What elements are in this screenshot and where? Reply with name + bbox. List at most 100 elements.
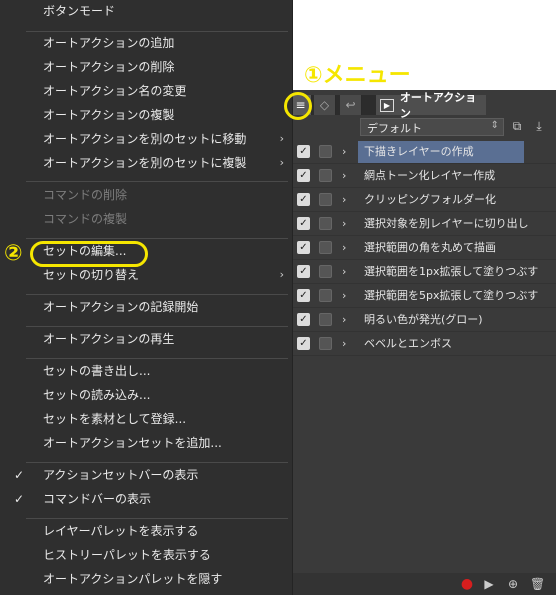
dialog-toggle-checkbox[interactable] xyxy=(319,145,332,158)
dialog-toggle-checkbox[interactable] xyxy=(319,193,332,206)
import-icon[interactable]: ⤓ xyxy=(532,119,546,133)
expand-chevron-icon[interactable]: › xyxy=(342,289,352,302)
menu-separator xyxy=(26,294,288,295)
menu-item-label: セットを素材として登録... xyxy=(43,412,187,426)
menu-item[interactable]: オートアクションセットを追加... xyxy=(0,432,292,454)
menu-item-label: ボタンモード xyxy=(43,4,116,18)
enable-checkbox[interactable]: ✓ xyxy=(297,145,310,158)
menu-item-label: オートアクションの削除 xyxy=(43,60,175,74)
action-name: 選択範囲の角を丸めて描画 xyxy=(364,240,496,254)
menu-item-label: セットの切り替え xyxy=(43,268,140,282)
tab-auto-action[interactable]: ▶ オートアクション xyxy=(376,91,486,120)
menu-separator xyxy=(26,462,288,463)
enable-checkbox[interactable]: ✓ xyxy=(297,169,310,182)
menu-item[interactable]: オートアクション名の変更 xyxy=(0,80,292,102)
action-row[interactable]: ✓ › クリッピングフォルダー化 xyxy=(290,188,556,212)
history-tab-icon[interactable]: ↩ xyxy=(340,95,362,115)
enable-checkbox[interactable]: ✓ xyxy=(297,313,310,326)
step1-label: ①メニュー xyxy=(304,63,411,88)
menu-item[interactable]: ✓ アクションセットバーの表示 xyxy=(0,464,292,486)
menu-item-label: オートアクションの記録開始 xyxy=(43,300,199,314)
dialog-toggle-checkbox[interactable] xyxy=(319,241,332,254)
menu-separator xyxy=(26,358,288,359)
menu-separator xyxy=(26,518,288,519)
expand-chevron-icon[interactable]: › xyxy=(342,241,352,254)
menu-item: コマンドの複製 xyxy=(0,208,292,230)
dialog-toggle-checkbox[interactable] xyxy=(319,289,332,302)
menu-item[interactable]: セットの読み込み... xyxy=(0,384,292,406)
enable-checkbox[interactable]: ✓ xyxy=(297,289,310,302)
action-name: 下描きレイヤーの作成 xyxy=(358,140,524,163)
expand-chevron-icon[interactable]: › xyxy=(342,145,352,158)
menu-item[interactable]: オートアクションの再生 xyxy=(0,328,292,350)
play-icon[interactable]: ▶ xyxy=(482,577,496,591)
menu-item[interactable]: レイヤーパレットを表示する xyxy=(0,520,292,542)
set-edit-callout-ring xyxy=(30,241,148,267)
menu-item-label: オートアクションを別のセットに移動 xyxy=(43,132,247,146)
enable-checkbox[interactable]: ✓ xyxy=(297,193,310,206)
chevron-right-icon: › xyxy=(279,156,284,169)
add-action-icon[interactable]: ⊕ xyxy=(506,577,520,591)
menu-item[interactable]: オートアクションの複製 xyxy=(0,104,292,126)
action-row[interactable]: ✓ › 選択範囲の角を丸めて描画 xyxy=(290,236,556,260)
menu-item[interactable]: オートアクションの追加 xyxy=(0,32,292,54)
expand-chevron-icon[interactable]: › xyxy=(342,337,352,350)
action-row[interactable]: ✓ › 選択範囲を5px拡張して塗りつぶす xyxy=(290,284,556,308)
action-row[interactable]: ✓ › 選択範囲を1px拡張して塗りつぶす xyxy=(290,260,556,284)
dialog-toggle-checkbox[interactable] xyxy=(319,313,332,326)
menu-item[interactable]: オートアクションを別のセットに移動 › xyxy=(0,128,292,150)
expand-chevron-icon[interactable]: › xyxy=(342,265,352,278)
action-row[interactable]: ✓ › 下描きレイヤーの作成 xyxy=(290,140,556,164)
dialog-toggle-checkbox[interactable] xyxy=(319,337,332,350)
dialog-toggle-checkbox[interactable] xyxy=(319,169,332,182)
trash-icon[interactable]: 🗑 xyxy=(530,577,545,591)
action-name: クリッピングフォルダー化 xyxy=(364,192,496,206)
menu-item[interactable]: オートアクションを別のセットに複製 › xyxy=(0,152,292,174)
menu-separator xyxy=(26,238,288,239)
expand-chevron-icon[interactable]: › xyxy=(342,169,352,182)
dialog-toggle-checkbox[interactable] xyxy=(319,217,332,230)
menu-item[interactable]: ヒストリーパレットを表示する xyxy=(0,544,292,566)
menu-item-label: オートアクション名の変更 xyxy=(43,84,187,98)
enable-checkbox[interactable]: ✓ xyxy=(297,265,310,278)
menu-item[interactable]: オートアクションパレットを隠す xyxy=(0,568,292,590)
action-row[interactable]: ✓ › 網点トーン化レイヤー作成 xyxy=(290,164,556,188)
layer-tab-icon[interactable]: ◇ xyxy=(314,95,336,115)
chevron-right-icon: › xyxy=(279,268,284,281)
menu-item-label: コマンドの削除 xyxy=(43,188,128,202)
action-set-select[interactable]: デフォルト ⇕ xyxy=(360,118,504,136)
action-row[interactable]: ✓ › 明るい色が発光(グロー) xyxy=(290,308,556,332)
action-row[interactable]: ✓ › ベベルとエンボス xyxy=(290,332,556,356)
add-set-icon[interactable]: ⧉ xyxy=(510,119,524,133)
clapper-icon: ▶ xyxy=(380,98,394,112)
step2-label: ② xyxy=(4,241,23,266)
menu-item-label: レイヤーパレットを表示する xyxy=(43,524,199,538)
dialog-toggle-checkbox[interactable] xyxy=(319,265,332,278)
menu-item-label: オートアクションの複製 xyxy=(43,108,175,122)
menu-item[interactable]: セットを素材として登録... xyxy=(0,408,292,430)
menu-item[interactable]: セットの切り替え › xyxy=(0,264,292,286)
expand-chevron-icon[interactable]: › xyxy=(342,313,352,326)
record-icon[interactable]: ● xyxy=(460,577,474,591)
chevron-right-icon: › xyxy=(279,132,284,145)
palette-dropdown-menu: ボタンモードオートアクションの追加 オートアクションの削除 オートアクション名の変更… xyxy=(0,0,293,595)
menu-item-label: オートアクションの追加 xyxy=(43,36,175,50)
menu-item-label: オートアクションセットを追加... xyxy=(43,436,222,450)
menu-item-label: セットの読み込み... xyxy=(43,388,151,402)
menu-item[interactable]: オートアクションの記録開始 xyxy=(0,296,292,318)
menu-item[interactable]: オートアクションの削除 xyxy=(0,56,292,78)
action-row[interactable]: ✓ › 選択対象を別レイヤーに切り出し xyxy=(290,212,556,236)
menu-item[interactable]: ✓ コマンドバーの表示 xyxy=(0,488,292,510)
enable-checkbox[interactable]: ✓ xyxy=(297,217,310,230)
menu-item-label: オートアクションの再生 xyxy=(43,332,175,346)
action-name: 選択対象を別レイヤーに切り出し xyxy=(364,216,529,230)
palette-bottom-bar: ● ▶ ⊕ 🗑 xyxy=(290,573,556,595)
menu-item[interactable]: セットの書き出し... xyxy=(0,360,292,382)
enable-checkbox[interactable]: ✓ xyxy=(297,241,310,254)
menu-item[interactable]: ボタンモード xyxy=(0,0,292,22)
enable-checkbox[interactable]: ✓ xyxy=(297,337,310,350)
expand-chevron-icon[interactable]: › xyxy=(342,217,352,230)
select-arrows-icon: ⇕ xyxy=(490,120,499,131)
menu-item-label: コマンドバーの表示 xyxy=(43,492,152,506)
expand-chevron-icon[interactable]: › xyxy=(342,193,352,206)
